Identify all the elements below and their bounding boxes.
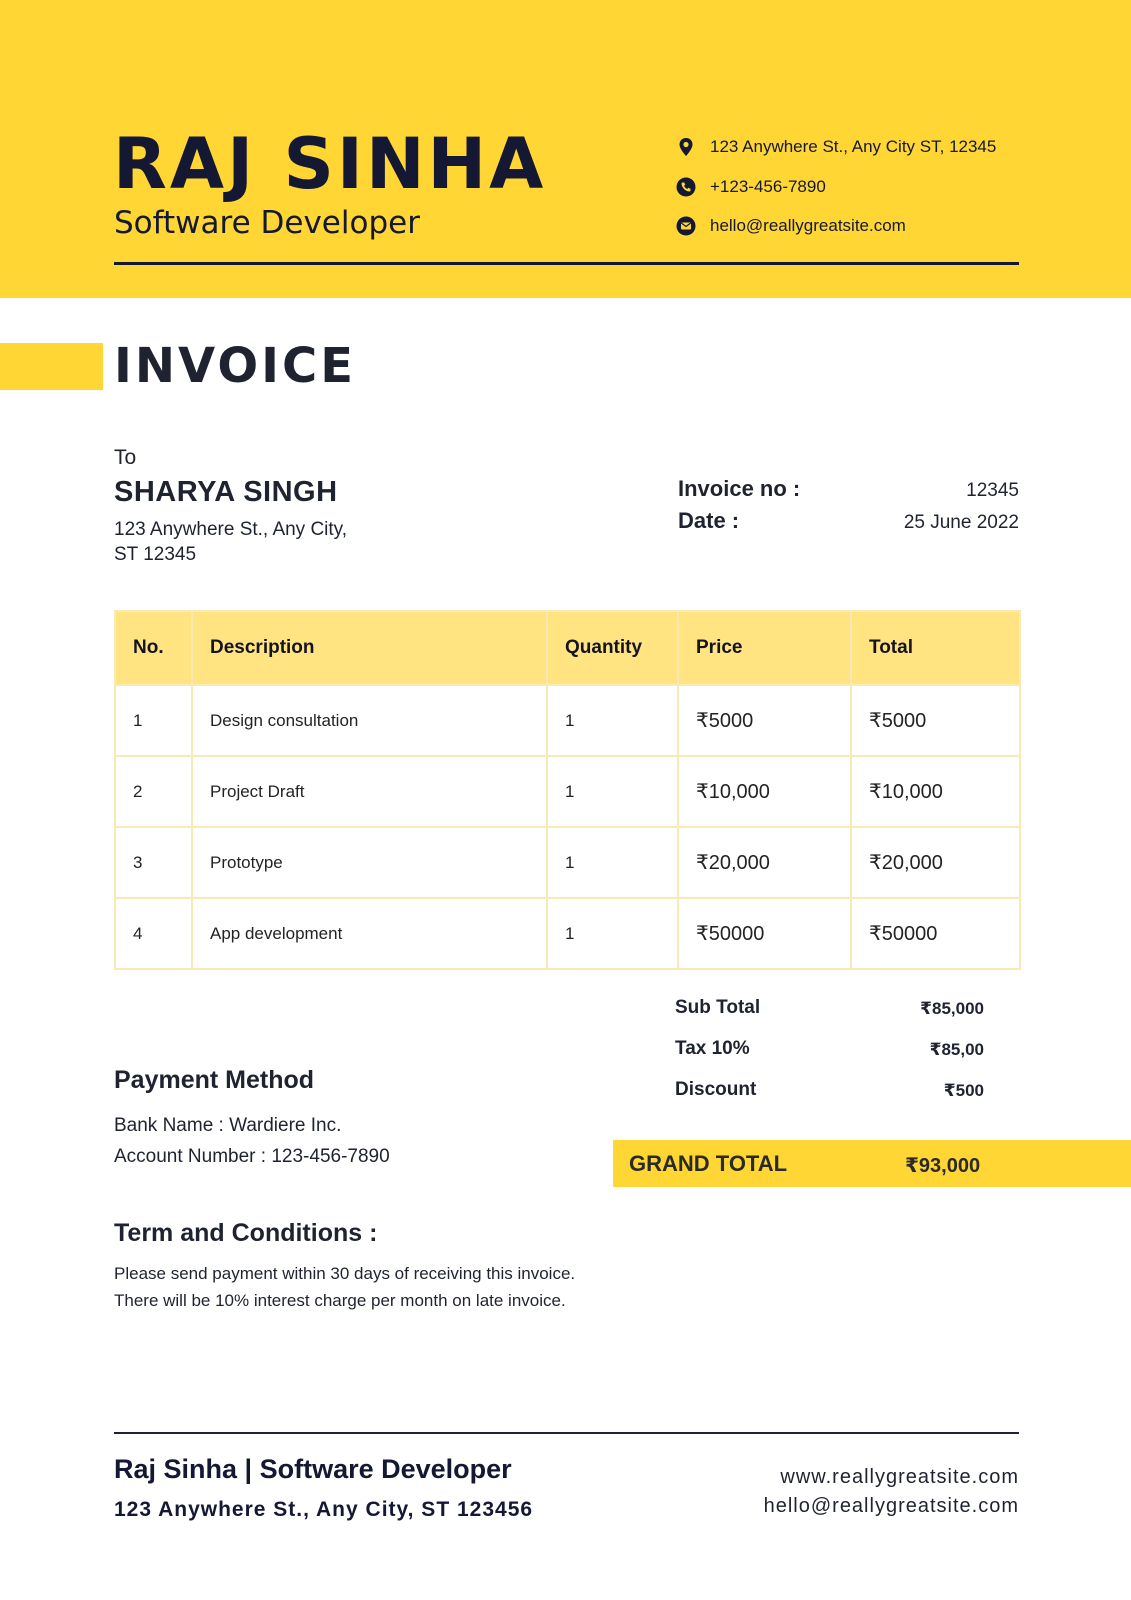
subtotal-label: Sub Total	[675, 997, 761, 1018]
table-row: 3 Prototype 1 ₹20,000 ₹20,000	[114, 826, 1021, 899]
table-row: 2 Project Draft 1 ₹10,000 ₹10,000	[114, 755, 1021, 828]
bank-name: Bank Name : Wardiere Inc.	[114, 1115, 342, 1136]
invoice-date: 25 June 2022	[903, 512, 1019, 533]
cell-description: Project Draft	[191, 755, 548, 828]
column-header-description: Description	[191, 610, 548, 686]
cell-total: ₹10,000	[850, 755, 1021, 828]
sender-role: Software Developer	[114, 205, 420, 241]
table-header-row: No. Description Quantity Price Total	[114, 610, 1021, 686]
footer-name-role: Raj Sinha | Software Developer	[114, 1454, 512, 1484]
payment-method-title: Payment Method	[114, 1066, 315, 1094]
cell-description: Design consultation	[191, 684, 548, 757]
footer-address: 123 Anywhere St., Any City, ST 123456	[114, 1498, 534, 1521]
contact-address-text: 123 Anywhere St., Any City ST, 12345	[710, 137, 997, 156]
header-banner: RAJ SINHA Software Developer 123 Anywher…	[0, 0, 1131, 298]
contact-phone-text: +123-456-7890	[710, 177, 826, 196]
sender-name: RAJ SINHA	[113, 123, 547, 205]
items-table: No. Description Quantity Price Total 1 D…	[114, 610, 1021, 970]
invoice-number: 12345	[966, 480, 1019, 501]
tax-label: Tax 10%	[675, 1038, 750, 1059]
location-pin-icon	[679, 138, 693, 156]
terms-text: Please send payment within 30 days of re…	[114, 1264, 576, 1310]
table-row: 1 Design consultation 1 ₹5000 ₹5000	[114, 684, 1021, 757]
cell-price: ₹10,000	[677, 755, 852, 828]
cell-price: ₹50000	[677, 897, 852, 970]
invoice-number-label: Invoice no :	[678, 476, 801, 501]
footer-email: hello@reallygreatsite.com	[763, 1495, 1019, 1517]
table-row: 4 App development 1 ₹50000 ₹50000	[114, 897, 1021, 970]
cell-quantity: 1	[546, 826, 679, 899]
cell-description: Prototype	[191, 826, 548, 899]
cell-quantity: 1	[546, 755, 679, 828]
contact-phone: +123-456-7890	[676, 175, 826, 199]
column-header-price: Price	[677, 610, 852, 686]
contact-email: hello@reallygreatsite.com	[676, 214, 906, 238]
mail-icon	[676, 216, 696, 236]
contact-address: 123 Anywhere St., Any City ST, 12345	[676, 135, 996, 159]
cell-no: 2	[114, 755, 193, 828]
discount-value: ₹500	[943, 1081, 984, 1100]
client-name: SHARYA SINGH	[114, 476, 338, 508]
contact-email-text: hello@reallygreatsite.com	[710, 216, 906, 235]
account-number: Account Number : 123-456-7890	[114, 1146, 390, 1167]
cell-no: 4	[114, 897, 193, 970]
invoice-accent-bar	[0, 343, 103, 390]
phone-icon	[676, 177, 696, 197]
cell-quantity: 1	[546, 684, 679, 757]
cell-quantity: 1	[546, 897, 679, 970]
client-address: 123 Anywhere St., Any City, ST 12345	[114, 519, 348, 565]
footer-divider	[114, 1432, 1019, 1434]
grand-total-value: ₹93,000	[905, 1155, 981, 1177]
column-header-no: No.	[114, 610, 193, 686]
grand-total-bar: GRAND TOTAL ₹93,000	[613, 1140, 1131, 1187]
grand-total-label: GRAND TOTAL	[629, 1151, 788, 1176]
footer-website: www.reallygreatsite.com	[780, 1466, 1019, 1488]
invoice-date-label: Date :	[678, 508, 740, 533]
cell-description: App development	[191, 897, 548, 970]
to-label: To	[114, 446, 137, 469]
discount-label: Discount	[675, 1079, 757, 1100]
cell-price: ₹20,000	[677, 826, 852, 899]
header-divider	[114, 262, 1019, 265]
cell-no: 1	[114, 684, 193, 757]
terms-title: Term and Conditions :	[114, 1219, 378, 1247]
invoice-title: INVOICE	[114, 338, 357, 394]
cell-total: ₹20,000	[850, 826, 1021, 899]
cell-no: 3	[114, 826, 193, 899]
column-header-quantity: Quantity	[546, 610, 679, 686]
tax-value: ₹85,00	[929, 1040, 984, 1059]
column-header-total: Total	[850, 610, 1021, 686]
subtotal-value: ₹85,000	[920, 999, 984, 1018]
cell-total: ₹5000	[850, 684, 1021, 757]
cell-total: ₹50000	[850, 897, 1021, 970]
cell-price: ₹5000	[677, 684, 852, 757]
